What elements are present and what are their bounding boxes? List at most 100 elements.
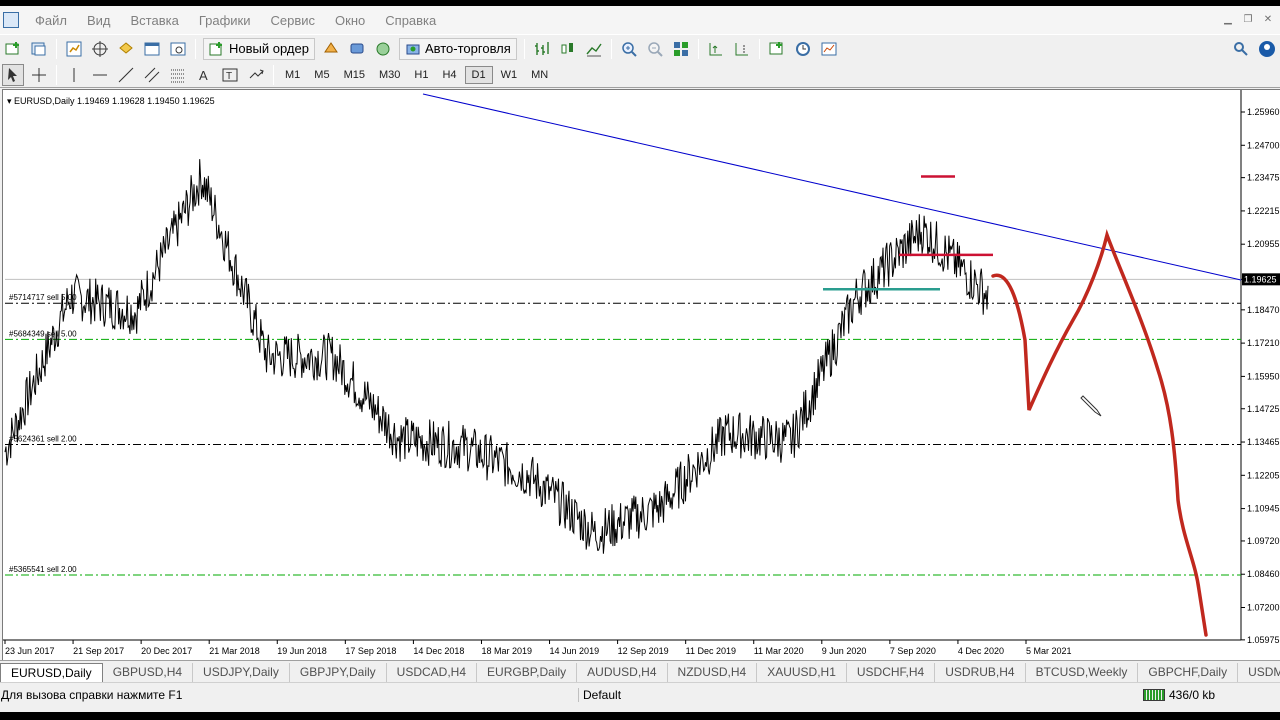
text-icon[interactable]: A (193, 64, 215, 86)
vertical-line-icon[interactable] (63, 64, 85, 86)
x-tick-label: 21 Mar 2018 (209, 646, 260, 656)
templates-icon[interactable] (818, 38, 840, 60)
timeframe-m1[interactable]: M1 (279, 67, 306, 83)
tab-usdrub-h4[interactable]: USDRUB,H4 (935, 663, 1026, 682)
account-icon[interactable] (1256, 38, 1278, 60)
cursor-icon[interactable] (2, 63, 24, 86)
close-icon[interactable]: ✕ (1260, 13, 1276, 27)
x-tick-label: 17 Sep 2018 (345, 646, 396, 656)
menu-window[interactable]: Окно (325, 13, 375, 28)
minimize-icon[interactable]: ▁ (1220, 13, 1236, 27)
chart-shift-icon[interactable] (731, 38, 753, 60)
metaeditor-icon[interactable] (320, 38, 342, 60)
timeframe-w1[interactable]: W1 (495, 67, 524, 83)
data-window-icon[interactable] (115, 38, 137, 60)
bar-chart-icon[interactable] (531, 38, 553, 60)
status-profile: Default (578, 687, 1138, 702)
timeframe-mn[interactable]: MN (525, 67, 554, 83)
y-tick-label: 1.07200 (1247, 603, 1280, 613)
y-tick-label: 1.22215 (1247, 206, 1280, 216)
periods-icon[interactable] (792, 38, 814, 60)
market-watch-icon[interactable] (63, 38, 85, 60)
signals-icon[interactable] (346, 38, 368, 60)
pencil-cursor-icon (1080, 395, 1102, 417)
x-tick-label: 5 Mar 2021 (1026, 646, 1072, 656)
price-series-line (4, 159, 989, 554)
autoscroll-icon[interactable] (705, 38, 727, 60)
menu-tools[interactable]: Сервис (261, 13, 326, 28)
x-tick-label: 21 Sep 2017 (73, 646, 124, 656)
menu-view[interactable]: Вид (77, 13, 121, 28)
order-label: #5624361 sell 2.00 (9, 435, 77, 444)
y-tick-label: 1.15950 (1247, 371, 1280, 381)
restore-icon[interactable]: ❐ (1240, 13, 1256, 27)
menu-file[interactable]: Файл (25, 13, 77, 28)
tab-nzdusd-h4[interactable]: NZDUSD,H4 (668, 663, 758, 682)
tab-gbpchf-daily[interactable]: GBPCHF,Daily (1138, 663, 1239, 682)
y-tick-label: 1.17210 (1247, 338, 1280, 348)
tester-icon[interactable] (167, 38, 189, 60)
tile-windows-icon[interactable] (670, 38, 692, 60)
tab-usdcad-h4[interactable]: USDCAD,H4 (387, 663, 478, 682)
tab-btcusd-weekly[interactable]: BTCUSD,Weekly (1026, 663, 1139, 682)
navigator-icon[interactable] (89, 38, 111, 60)
resistance-trendline (422, 93, 1242, 281)
timeframe-h1[interactable]: H1 (408, 67, 434, 83)
x-tick-label: 12 Sep 2019 (618, 646, 669, 656)
fibonacci-icon[interactable] (167, 64, 189, 86)
tab-eurusd-daily[interactable]: EURUSD,Daily (0, 663, 103, 682)
timeframe-m15[interactable]: M15 (338, 67, 371, 83)
tab-eurgbp-daily[interactable]: EURGBP,Daily (477, 663, 578, 682)
text-label-icon[interactable]: T (219, 64, 241, 86)
chart-window[interactable]: 1.25960 1.24700 1.23475 1.22215 1.20955 1.196… (2, 89, 1280, 660)
indicators-icon[interactable] (766, 38, 788, 60)
timeframe-h4[interactable]: H4 (436, 67, 462, 83)
crosshair-icon[interactable] (28, 64, 50, 86)
zoom-in-icon[interactable] (618, 38, 640, 60)
profiles-icon[interactable] (28, 38, 50, 60)
order-label: #5684349 sell 5.00 (9, 329, 77, 338)
terminal-window: Файл Вид Вставка Графики Сервис Окно Спр… (0, 6, 1280, 712)
x-tick-label: 23 Jun 2017 (5, 646, 55, 656)
tab-usdjpy-daily[interactable]: USDJPY,Daily (193, 663, 290, 682)
menu-insert[interactable]: Вставка (121, 13, 189, 28)
horizontal-line-icon[interactable] (89, 64, 111, 86)
x-tick-label: 14 Jun 2019 (550, 646, 600, 656)
trendline-icon[interactable] (115, 64, 137, 86)
search-icon[interactable] (1230, 38, 1252, 60)
autotrading-label: Авто-торговля (424, 41, 511, 56)
tab-usdmxn[interactable]: USDMXN,H (1238, 663, 1280, 682)
market-icon[interactable] (372, 38, 394, 60)
y-tick-label: 1.25960 (1247, 107, 1280, 117)
menu-help[interactable]: Справка (375, 13, 446, 28)
tab-gbpusd-h4[interactable]: GBPUSD,H4 (103, 663, 194, 682)
app-icon[interactable] (3, 12, 19, 28)
price-chart[interactable]: 1.25960 1.24700 1.23475 1.22215 1.20955 1.196… (3, 90, 1280, 661)
tab-audusd-h4[interactable]: AUDUSD,H4 (577, 663, 668, 682)
candles-icon[interactable] (557, 38, 579, 60)
chart-tabs: EURUSD,Daily GBPUSD,H4 USDJPY,Daily GBPJ… (0, 660, 1280, 682)
menu-charts[interactable]: Графики (189, 13, 261, 28)
autotrading-button[interactable]: Авто-торговля (398, 37, 517, 60)
timeframe-d1[interactable]: D1 (464, 65, 493, 84)
y-tick-label: 1.09720 (1247, 536, 1280, 546)
tab-xauusd-h1[interactable]: XAUUSD,H1 (757, 663, 847, 682)
line-chart-icon[interactable] (583, 38, 605, 60)
new-chart-icon[interactable] (2, 38, 24, 60)
y-tick-label: 1.08460 (1247, 569, 1280, 579)
timeframe-m5[interactable]: M5 (308, 67, 335, 83)
equidistant-channel-icon[interactable] (141, 64, 163, 86)
timeframe-m30[interactable]: M30 (373, 67, 406, 83)
zoom-out-icon[interactable] (644, 38, 666, 60)
x-tick-label: 18 Mar 2019 (481, 646, 532, 656)
terminal-icon[interactable] (141, 38, 163, 60)
y-tick-label: 1.12205 (1247, 470, 1280, 480)
status-help-text: Для вызова справки нажмите F1 (1, 687, 183, 702)
y-tick-label: 1.20955 (1247, 239, 1280, 249)
menu-bar: Файл Вид Вставка Графики Сервис Окно Спр… (0, 6, 1280, 34)
y-tick-label: 1.18470 (1247, 305, 1280, 315)
arrows-icon[interactable] (245, 64, 267, 86)
tab-usdchf-h4[interactable]: USDCHF,H4 (847, 663, 936, 682)
new-order-button[interactable]: Новый ордер (203, 37, 315, 60)
tab-gbpjpy-daily[interactable]: GBPJPY,Daily (290, 663, 387, 682)
